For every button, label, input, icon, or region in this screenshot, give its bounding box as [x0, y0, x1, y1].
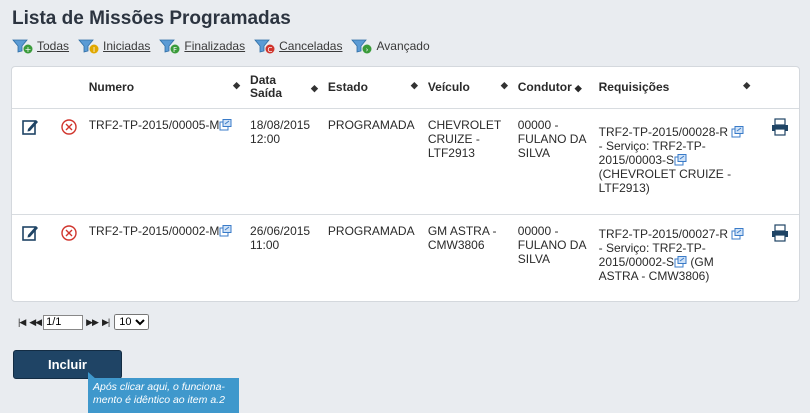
- filter-bar: + Todas I Iniciadas F Finalizadas C Canc…: [12, 38, 439, 54]
- filter-red-icon: C: [254, 39, 275, 54]
- filter-finalizadas[interactable]: F Finalizadas: [159, 38, 245, 54]
- svg-text:I: I: [93, 46, 95, 54]
- sort-icon[interactable]: ◆: [233, 80, 240, 91]
- sort-icon[interactable]: ◆: [411, 80, 418, 91]
- requisicao-link[interactable]: TRF2-TP-2015/00027-R: [599, 227, 728, 241]
- filter-iniciadas[interactable]: I Iniciadas: [78, 38, 150, 54]
- svg-text:+: +: [25, 45, 32, 54]
- col-requisicoes[interactable]: Requisições ◆: [598, 67, 761, 109]
- table-row: TRF2-TP-2015/00005-M 18/08/2015 12:00 PR…: [12, 108, 799, 215]
- sort-icon[interactable]: ◆: [743, 80, 750, 91]
- col-data-saida[interactable]: Data Saída ◆: [250, 67, 328, 109]
- filter-todas[interactable]: + Todas: [12, 38, 69, 54]
- requisicoes-cell: TRF2-TP-2015/00028-R - Serviço: TRF2-TP-…: [598, 108, 761, 215]
- requisicao-detail: (CHEVROLET CRUIZE - LTF2913): [598, 166, 732, 195]
- table-row: TRF2-TP-2015/00002-M 26/06/2015 11:00 PR…: [12, 214, 799, 302]
- requisicoes-cell: TRF2-TP-2015/00027-R - Serviço: TRF2-TP-…: [599, 214, 760, 302]
- external-link-icon[interactable]: [731, 125, 744, 138]
- filter-advanced-icon: ›: [351, 39, 372, 54]
- col-veiculo[interactable]: Veículo ◆: [427, 67, 518, 109]
- col-label: Estado: [327, 80, 368, 95]
- svg-text:C: C: [268, 46, 273, 54]
- col-condutor[interactable]: Condutor ◆: [517, 67, 599, 109]
- external-link-icon[interactable]: [674, 255, 687, 268]
- incluir-button[interactable]: Incluir: [13, 350, 122, 379]
- external-link-icon[interactable]: [219, 118, 232, 131]
- col-label: Data Saída: [250, 73, 283, 101]
- filter-avancado[interactable]: › Avançado: [351, 38, 430, 54]
- pagination: |◀ ◀◀ ▶▶ ▶| 10: [16, 314, 150, 330]
- edit-icon[interactable]: [21, 118, 39, 136]
- sort-icon[interactable]: ◆: [501, 80, 508, 91]
- col-label: Veículo: [427, 80, 470, 95]
- mission-number-link[interactable]: TRF2-TP-2015/00002-M: [89, 224, 220, 238]
- filter-yellow-icon: I: [78, 39, 99, 54]
- missions-table-panel: Numero ◆ Data Saída ◆ Estado ◆ Veículo ◆ Con…: [11, 66, 800, 302]
- filter-label: Todas: [37, 39, 70, 53]
- data-saida-cell: 18/08/2015 12:00: [250, 108, 328, 215]
- edit-icon[interactable]: [21, 224, 39, 242]
- condutor-cell: 00000 - FULANO DA SILVA: [517, 223, 586, 266]
- print-icon[interactable]: [771, 117, 789, 136]
- col-numero[interactable]: Numero ◆: [88, 67, 251, 109]
- requisicao-link[interactable]: TRF2-TP-2015/00028-R: [599, 125, 728, 139]
- filter-green-f-icon: F: [159, 39, 180, 54]
- missions-table: Numero ◆ Data Saída ◆ Estado ◆ Veículo ◆ Con…: [12, 67, 799, 302]
- condutor-cell: 00000 - FULANO DA SILVA: [517, 108, 599, 215]
- page-input[interactable]: [43, 314, 84, 330]
- last-page-icon[interactable]: ▶|: [102, 317, 110, 328]
- mission-number-link[interactable]: TRF2-TP-2015/00005-M: [89, 118, 220, 132]
- external-link-icon[interactable]: [674, 153, 687, 166]
- estado-cell: PROGRAMADA: [327, 108, 428, 215]
- filter-label: Avançado: [376, 39, 430, 53]
- filter-green-plus-icon: +: [12, 39, 33, 54]
- external-link-icon[interactable]: [219, 224, 232, 237]
- page-size-select[interactable]: 10: [114, 314, 150, 330]
- sort-icon[interactable]: ◆: [311, 82, 318, 95]
- svg-text:›: ›: [366, 46, 369, 54]
- col-label: Numero: [88, 80, 135, 95]
- estado-cell: PROGRAMADA: [327, 223, 415, 238]
- veiculo-cell: GM ASTRA - CMW3806: [427, 223, 497, 252]
- table-header-row: Numero ◆ Data Saída ◆ Estado ◆ Veículo ◆ Con…: [12, 67, 799, 109]
- col-estado[interactable]: Estado ◆: [327, 67, 428, 109]
- next-page-icon[interactable]: ▶▶: [86, 317, 99, 328]
- svg-text:F: F: [173, 46, 177, 54]
- col-label: Condutor: [517, 80, 572, 95]
- sort-icon[interactable]: ◆: [575, 83, 582, 93]
- col-label: Requisições: [598, 80, 670, 95]
- cancel-icon[interactable]: [60, 224, 78, 242]
- filter-canceladas[interactable]: C Canceladas: [254, 38, 342, 54]
- prev-page-icon[interactable]: ◀◀: [29, 317, 42, 328]
- servico-link[interactable]: - Serviço: TRF2-TP-2015/00003-S: [599, 139, 706, 167]
- print-icon[interactable]: [771, 223, 789, 242]
- data-saida-cell: 26/06/2015 11:00: [250, 223, 311, 252]
- filter-label: Canceladas: [279, 39, 343, 53]
- cancel-icon[interactable]: [60, 118, 78, 136]
- filter-label: Iniciadas: [103, 39, 151, 53]
- first-page-icon[interactable]: |◀: [18, 317, 26, 328]
- veiculo-cell: CHEVROLET CRUIZE - LTF2913: [427, 108, 518, 215]
- callout-note: Após clicar aqui, o funciona-mento é idê…: [88, 378, 239, 413]
- filter-label: Finalizadas: [184, 39, 246, 53]
- page-title: Lista de Missões Programadas: [12, 8, 291, 29]
- external-link-icon[interactable]: [731, 227, 744, 240]
